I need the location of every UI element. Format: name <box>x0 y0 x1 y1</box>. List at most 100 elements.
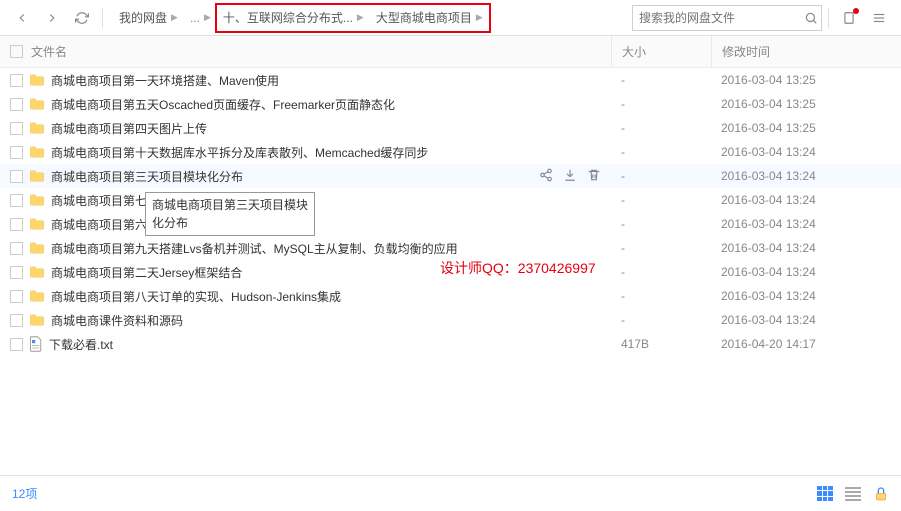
select-all-checkbox[interactable] <box>10 45 23 58</box>
view-grid-button[interactable] <box>817 486 833 502</box>
file-name: 商城电商项目第六天 <box>51 216 611 233</box>
notification-icon[interactable] <box>835 4 863 32</box>
file-time: 2016-03-04 13:24 <box>711 265 891 279</box>
file-name: 商城电商项目第一天环境搭建、Maven使用 <box>51 72 611 89</box>
file-row[interactable]: 商城电商项目第三天项目模块化分布 -2016-03-04 13:24 <box>0 164 901 188</box>
file-size: - <box>611 169 711 183</box>
crumb-ellipsis[interactable]: ...▶ <box>184 4 217 32</box>
more-menu-icon[interactable] <box>865 4 893 32</box>
file-size: - <box>611 289 711 303</box>
divider <box>828 8 829 28</box>
col-header-name[interactable]: 文件名 <box>31 43 611 60</box>
row-checkbox[interactable] <box>10 194 23 207</box>
file-name: 商城电商项目第二天Jersey框架结合 <box>51 264 611 281</box>
footer: 12项 <box>0 475 901 511</box>
col-header-size[interactable]: 大小 <box>611 36 711 67</box>
search-box <box>632 5 822 31</box>
file-row[interactable]: 商城电商项目第九天搭建Lvs备机并测试、MySQL主从复制、负载均衡的应用-20… <box>0 236 901 260</box>
reload-button[interactable] <box>68 4 96 32</box>
file-time: 2016-03-04 13:25 <box>711 97 891 111</box>
row-checkbox[interactable] <box>10 170 23 183</box>
chevron-right-icon: ▶ <box>357 12 364 23</box>
file-size: - <box>611 217 711 231</box>
file-row[interactable]: 商城电商项目第八天订单的实现、Hudson-Jenkins集成-2016-03-… <box>0 284 901 308</box>
row-checkbox[interactable] <box>10 338 23 351</box>
row-checkbox[interactable] <box>10 266 23 279</box>
crumb-part2[interactable]: 大型商城电商项目 ▶ <box>370 4 489 32</box>
crumb-root-label: 我的网盘 <box>119 9 167 26</box>
delete-icon[interactable] <box>587 168 601 185</box>
row-actions <box>539 168 601 185</box>
row-checkbox[interactable] <box>10 122 23 135</box>
file-row[interactable]: 商城电商项目第二天Jersey框架结合-2016-03-04 13:24 <box>0 260 901 284</box>
file-time: 2016-03-04 13:24 <box>711 313 891 327</box>
file-name: 下载必看.txt <box>49 336 611 353</box>
forward-button[interactable] <box>38 4 66 32</box>
file-name: 商城电商项目第七天 <box>51 192 611 209</box>
file-time: 2016-03-04 13:24 <box>711 193 891 207</box>
file-row[interactable]: 商城电商项目第十天数据库水平拆分及库表散列、Memcached缓存同步-2016… <box>0 140 901 164</box>
file-name: 商城电商课件资料和源码 <box>51 312 611 329</box>
file-name: 商城电商项目第九天搭建Lvs备机并测试、MySQL主从复制、负载均衡的应用 <box>51 240 611 257</box>
file-name: 商城电商项目第三天项目模块化分布 <box>51 168 539 185</box>
file-list: 商城电商项目第一天环境搭建、Maven使用-2016-03-04 13:25商城… <box>0 68 901 356</box>
chevron-right-icon: ▶ <box>476 12 483 23</box>
file-size: - <box>611 265 711 279</box>
breadcrumb: 我的网盘▶ ...▶ 十、互联网综合分布式...▶ 大型商城电商项目▶ <box>109 4 622 32</box>
search-input[interactable] <box>633 11 800 25</box>
crumb-root[interactable]: 我的网盘▶ <box>113 4 184 32</box>
view-list-button[interactable] <box>845 487 861 501</box>
share-icon[interactable] <box>539 168 553 185</box>
row-checkbox[interactable] <box>10 74 23 87</box>
toolbar: 我的网盘▶ ...▶ 十、互联网综合分布式...▶ 大型商城电商项目▶ <box>0 0 901 36</box>
search-button[interactable] <box>800 11 821 25</box>
footer-icons <box>817 486 889 502</box>
crumb-part2-label: 大型商城电商项目 <box>376 9 472 26</box>
file-name: 商城电商项目第五天Oscached页面缓存、Freemarker页面静态化 <box>51 96 611 113</box>
file-row[interactable]: 商城电商项目第六天-2016-03-04 13:24 <box>0 212 901 236</box>
lock-icon[interactable] <box>873 486 889 502</box>
row-checkbox[interactable] <box>10 314 23 327</box>
file-size: - <box>611 73 711 87</box>
file-size: - <box>611 97 711 111</box>
file-time: 2016-03-04 13:24 <box>711 169 891 183</box>
file-size: 417B <box>611 337 711 351</box>
row-checkbox[interactable] <box>10 146 23 159</box>
file-size: - <box>611 241 711 255</box>
row-checkbox[interactable] <box>10 98 23 111</box>
chevron-right-icon: ▶ <box>204 12 211 23</box>
file-time: 2016-03-04 13:24 <box>711 145 891 159</box>
file-row[interactable]: 下载必看.txt417B2016-04-20 14:17 <box>0 332 901 356</box>
back-button[interactable] <box>8 4 36 32</box>
divider <box>102 8 103 28</box>
row-checkbox[interactable] <box>10 218 23 231</box>
file-row[interactable]: 商城电商项目第四天图片上传-2016-03-04 13:25 <box>0 116 901 140</box>
file-time: 2016-03-04 13:24 <box>711 217 891 231</box>
column-header: 文件名 大小 修改时间 <box>0 36 901 68</box>
file-size: - <box>611 313 711 327</box>
file-time: 2016-04-20 14:17 <box>711 337 891 351</box>
highlight-box: 十、互联网综合分布式... ▶ 大型商城电商项目 ▶ <box>215 3 491 33</box>
row-checkbox[interactable] <box>10 242 23 255</box>
crumb-part1[interactable]: 十、互联网综合分布式... ▶ <box>217 4 370 32</box>
file-name: 商城电商项目第四天图片上传 <box>51 120 611 137</box>
file-row[interactable]: 商城电商项目第一天环境搭建、Maven使用-2016-03-04 13:25 <box>0 68 901 92</box>
file-name: 商城电商项目第十天数据库水平拆分及库表散列、Memcached缓存同步 <box>51 144 611 161</box>
file-size: - <box>611 121 711 135</box>
download-icon[interactable] <box>563 168 577 185</box>
file-size: - <box>611 145 711 159</box>
notification-dot <box>853 8 859 14</box>
file-row[interactable]: 商城电商项目第七天-2016-03-04 13:24 <box>0 188 901 212</box>
col-header-time[interactable]: 修改时间 <box>711 36 891 67</box>
file-time: 2016-03-04 13:25 <box>711 73 891 87</box>
file-name: 商城电商项目第八天订单的实现、Hudson-Jenkins集成 <box>51 288 611 305</box>
crumb-part1-label: 十、互联网综合分布式... <box>223 9 353 26</box>
tooltip: 商城电商项目第三天项目模块化分布 <box>145 192 315 236</box>
file-row[interactable]: 商城电商项目第五天Oscached页面缓存、Freemarker页面静态化-20… <box>0 92 901 116</box>
row-checkbox[interactable] <box>10 290 23 303</box>
item-count: 12项 <box>12 485 37 502</box>
file-time: 2016-03-04 13:24 <box>711 289 891 303</box>
file-size: - <box>611 193 711 207</box>
file-time: 2016-03-04 13:24 <box>711 241 891 255</box>
file-row[interactable]: 商城电商课件资料和源码-2016-03-04 13:24 <box>0 308 901 332</box>
